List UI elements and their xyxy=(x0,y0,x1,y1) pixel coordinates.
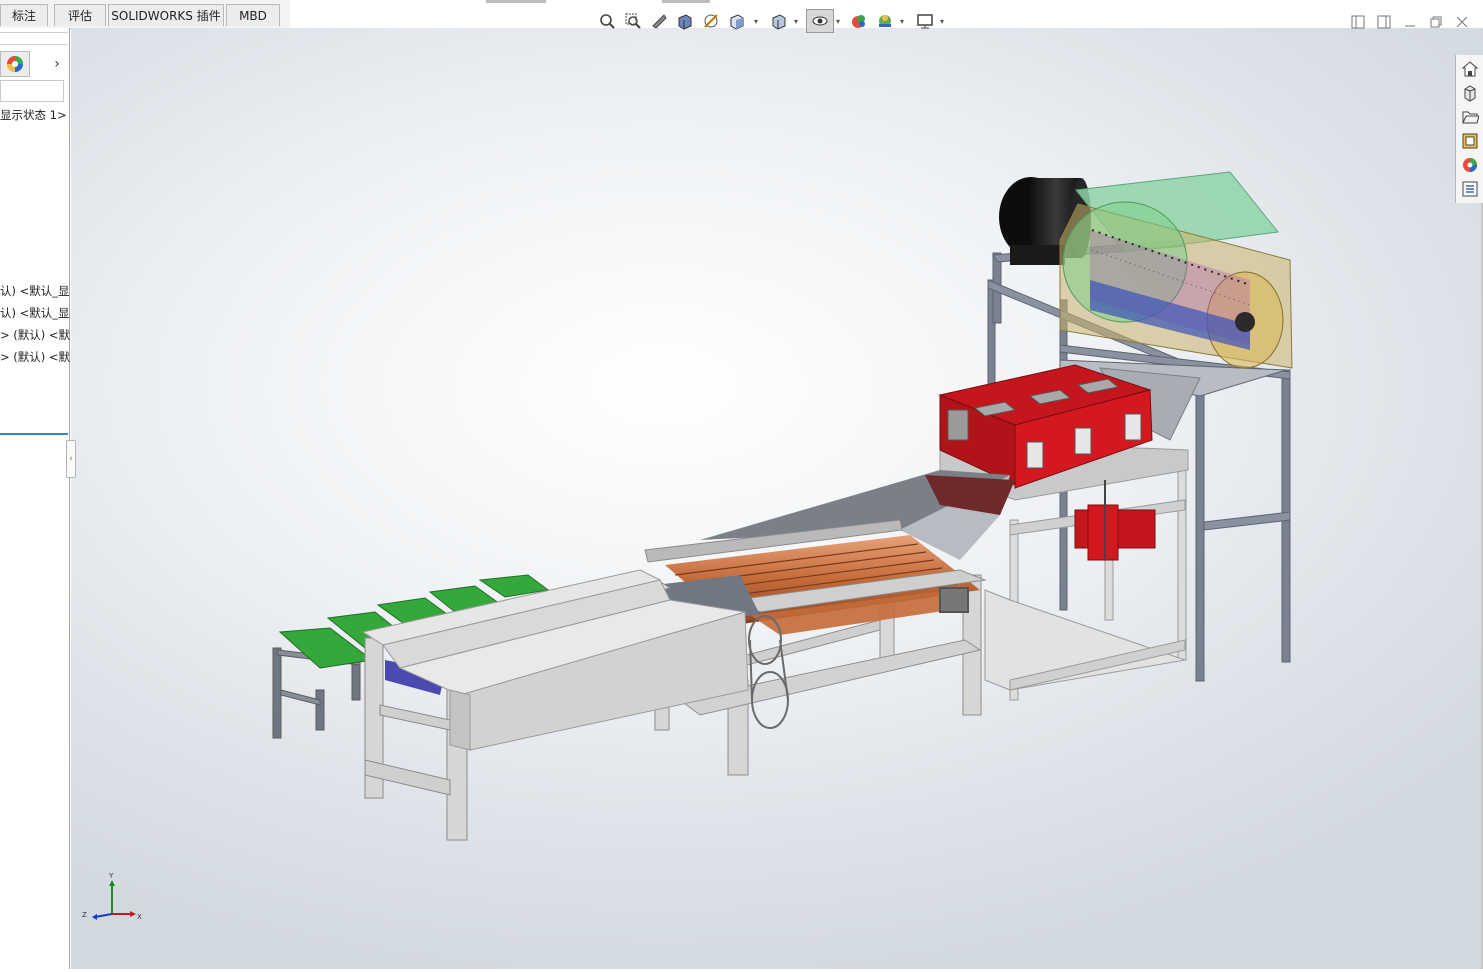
dynamic-annotation-icon[interactable] xyxy=(700,9,722,33)
apply-scene-icon[interactable] xyxy=(874,9,896,33)
apply-scene-dropdown[interactable]: ▾ xyxy=(900,17,908,27)
panel-splitter-handle[interactable]: ‹ xyxy=(66,440,76,478)
close-icon[interactable] xyxy=(1452,12,1472,32)
component-item[interactable]: > (默认) <默认 xyxy=(0,348,70,366)
chevron-right-icon[interactable]: › xyxy=(48,54,66,74)
triad-z-label: Z xyxy=(82,911,87,919)
tab-evaluate[interactable]: 评估 xyxy=(54,4,106,26)
tab-strip-stub xyxy=(486,0,546,3)
minimize-icon[interactable] xyxy=(1400,12,1420,32)
component-item[interactable]: > (默认) <默认 xyxy=(0,326,70,344)
appearance-icon xyxy=(7,56,23,72)
assembly-model xyxy=(272,171,1293,841)
restore-icon[interactable] xyxy=(1426,12,1446,32)
tab-strip-stub xyxy=(662,0,710,3)
view-orientation-icon[interactable] xyxy=(726,9,748,33)
component-item[interactable]: 认) <默认_显 xyxy=(0,304,70,322)
triad-y-label: Y xyxy=(108,872,114,880)
command-manager-tabs: 标注 评估 SOLIDWORKS 插件 MBD xyxy=(0,0,290,29)
tab-annotation[interactable]: 标注 xyxy=(0,4,48,26)
tile-right-icon[interactable] xyxy=(1374,12,1394,32)
zoom-to-fit-icon[interactable] xyxy=(596,9,618,33)
component-item[interactable]: 认) <默认_显 xyxy=(0,282,70,300)
gear-motor xyxy=(1074,480,1156,561)
display-style-dropdown[interactable]: ▾ xyxy=(794,17,802,27)
tab-mbd[interactable]: MBD xyxy=(226,4,280,26)
view-settings-icon[interactable] xyxy=(914,9,936,33)
view-orientation-dropdown[interactable]: ▾ xyxy=(754,17,762,27)
feature-manager-panel: › 显示状态 1> 认) <默认_显 认) <默认_显 > (默认) <默认 >… xyxy=(0,28,70,969)
reference-triad: Y X Z xyxy=(82,872,142,921)
selection-indicator xyxy=(0,433,68,435)
previous-view-icon[interactable] xyxy=(648,9,670,33)
view-settings-dropdown[interactable]: ▾ xyxy=(940,17,948,27)
filter-field[interactable] xyxy=(0,80,64,102)
design-library-icon[interactable] xyxy=(1459,82,1481,104)
section-view-icon[interactable] xyxy=(674,9,696,33)
file-explorer-icon[interactable] xyxy=(1459,106,1481,128)
solidworks-resources-icon[interactable] xyxy=(1459,58,1481,80)
task-pane xyxy=(1455,55,1483,203)
display-manager-tab[interactable] xyxy=(0,51,30,77)
hide-show-dropdown[interactable]: ▾ xyxy=(836,17,844,27)
display-style-icon[interactable] xyxy=(768,9,790,33)
tab-solidworks-addins[interactable]: SOLIDWORKS 插件 xyxy=(108,4,224,26)
view-palette-icon[interactable] xyxy=(1459,130,1481,152)
tile-left-icon[interactable] xyxy=(1348,12,1368,32)
display-state-label[interactable]: 显示状态 1> xyxy=(0,106,70,124)
triad-x-label: X xyxy=(137,913,142,921)
panel-divider xyxy=(0,32,68,33)
graphics-area[interactable]: Y X Z xyxy=(71,28,1483,969)
hide-show-items-icon[interactable] xyxy=(806,9,834,33)
crusher-drum xyxy=(1059,171,1293,369)
custom-properties-icon[interactable] xyxy=(1459,178,1481,200)
appearances-scenes-icon[interactable] xyxy=(1459,154,1481,176)
panel-divider xyxy=(0,44,68,45)
zoom-to-area-icon[interactable] xyxy=(622,9,644,33)
edit-appearance-icon[interactable] xyxy=(848,9,870,33)
